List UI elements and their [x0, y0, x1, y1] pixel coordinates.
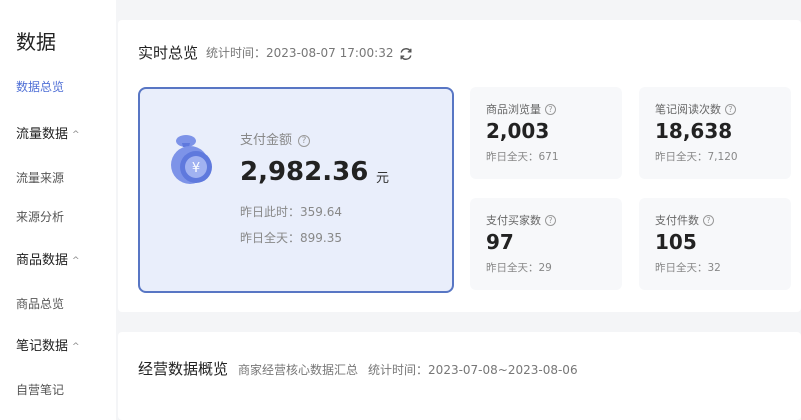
metric-yesterday: 昨日全天：32 — [655, 262, 721, 274]
metric-label-text: 支付件数 — [655, 214, 699, 227]
refresh-icon[interactable] — [399, 46, 413, 60]
metric-card-paying-buyers[interactable]: 支付买家数? 97 昨日全天：29 — [470, 198, 622, 290]
sidebar-group-label: 笔记数据 — [16, 339, 69, 354]
sidebar-item-own-notes[interactable]: 自营笔记 — [16, 381, 64, 398]
section-title: 经营数据概览 — [138, 360, 229, 378]
metric-value: 18,638 — [655, 119, 733, 143]
operations-overview-card: 经营数据概览 商家经营核心数据汇总 统计时间： 2023-07-08~2023-… — [118, 332, 801, 420]
payment-yesterday-full-day: 昨日全天：899.35 — [240, 231, 342, 245]
chevron-up-icon: ^ — [72, 342, 80, 352]
help-icon[interactable]: ? — [725, 104, 736, 115]
sidebar-item-data-overview[interactable]: 数据总览 — [16, 78, 64, 95]
help-icon[interactable]: ? — [703, 215, 714, 226]
metric-label-text: 支付买家数 — [486, 214, 541, 227]
metric-label: 支付件数? — [655, 212, 714, 228]
metric-label: 支付买家数? — [486, 212, 556, 228]
metric-value: 105 — [655, 230, 697, 254]
stat-time-label: 统计时间： — [368, 363, 429, 377]
metric-card-note-reads[interactable]: 笔记阅读次数? 18,638 昨日全天：7,120 — [639, 87, 791, 179]
sidebar-group-label: 商品数据 — [16, 253, 69, 268]
metric-yesterday: 昨日全天：671 — [486, 151, 559, 163]
metric-yesterday: 昨日全天：7,120 — [655, 151, 738, 163]
sidebar-title: 数据 — [16, 30, 56, 54]
realtime-overview-card: 实时总览 统计时间： 2023-08-07 17:00:32 ¥ 支付金额? 2 — [118, 20, 801, 312]
section-description: 商家经营核心数据汇总 — [238, 363, 359, 377]
chevron-up-icon: ^ — [72, 130, 80, 140]
payment-amount-label: 支付金额? — [240, 129, 311, 148]
metric-card-product-views[interactable]: 商品浏览量? 2,003 昨日全天：671 — [470, 87, 622, 179]
payment-amount-value: 2,982.36 — [240, 157, 369, 187]
metric-label-text: 商品浏览量 — [486, 103, 541, 116]
sidebar-group-label: 流量数据 — [16, 127, 69, 142]
stat-time-label: 统计时间： — [206, 46, 267, 60]
chevron-up-icon: ^ — [72, 256, 80, 266]
metric-value: 2,003 — [486, 119, 550, 143]
realtime-header: 实时总览 统计时间： 2023-08-07 17:00:32 — [138, 42, 413, 63]
stat-time: 2023-08-07 17:00:32 — [266, 45, 394, 60]
sidebar-group-traffic[interactable]: 流量数据 ^ — [16, 123, 80, 142]
metric-label-text: 笔记阅读次数 — [655, 103, 721, 116]
metric-yesterday: 昨日全天：29 — [486, 262, 552, 274]
section-title: 实时总览 — [138, 44, 199, 62]
stat-time-range: 2023-07-08~2023-08-06 — [428, 363, 578, 377]
sidebar: 数据 数据总览 流量数据 ^ 流量来源 来源分析 商品数据 ^ 商品总览 笔记数据 ^… — [0, 0, 116, 420]
sidebar-group-products[interactable]: 商品数据 ^ — [16, 249, 80, 268]
metric-label: 笔记阅读次数? — [655, 101, 736, 117]
sidebar-item-traffic-source[interactable]: 流量来源 — [16, 169, 64, 186]
metric-card-paid-items[interactable]: 支付件数? 105 昨日全天：32 — [639, 198, 791, 290]
help-icon[interactable]: ? — [298, 135, 311, 147]
help-icon[interactable]: ? — [545, 215, 556, 226]
payment-amount-card[interactable]: ¥ 支付金额? 2,982.36 元 昨日此时：359.64 昨日全天：899.… — [138, 87, 454, 293]
metric-label: 商品浏览量? — [486, 101, 556, 117]
metric-label: 支付金额 — [240, 133, 293, 148]
money-bag-icon: ¥ — [166, 129, 218, 185]
yuan-glyph: ¥ — [192, 161, 200, 176]
help-icon[interactable]: ? — [545, 104, 556, 115]
sidebar-item-source-analysis[interactable]: 来源分析 — [16, 208, 64, 225]
metric-value: 97 — [486, 230, 514, 254]
operations-header: 经营数据概览 商家经营核心数据汇总 统计时间： 2023-07-08~2023-… — [138, 358, 578, 379]
payment-yesterday-same-time: 昨日此时：359.64 — [240, 205, 342, 219]
payment-amount-unit: 元 — [376, 171, 390, 186]
sidebar-item-product-overview[interactable]: 商品总览 — [16, 295, 64, 312]
sidebar-group-notes[interactable]: 笔记数据 ^ — [16, 335, 80, 354]
